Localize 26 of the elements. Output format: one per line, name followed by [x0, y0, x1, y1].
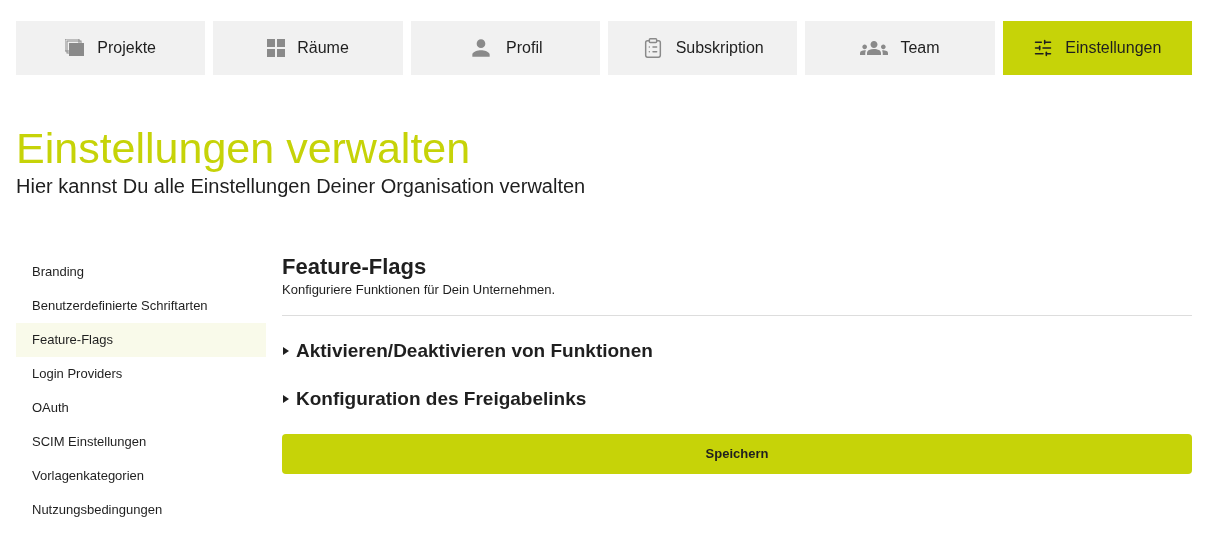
sidebar-item[interactable]: Branding: [16, 255, 266, 289]
grid-icon: [267, 39, 286, 57]
sidebar-item[interactable]: Benutzerdefinierte Schriftarten: [16, 289, 266, 323]
nav-tab[interactable]: Team: [805, 21, 995, 75]
disclosure-triangle-icon: [282, 347, 290, 355]
sidebar-item[interactable]: Vorlagenkategorien: [16, 459, 266, 493]
section-heading: Feature-Flags: [282, 253, 428, 281]
sidebar-item[interactable]: Feature-Flags: [16, 323, 266, 357]
nav-tab[interactable]: Einstellungen: [1002, 21, 1192, 75]
page-subtitle: Hier kannst Du alle Einstellungen Deiner Organisation verwalten: [16, 174, 587, 199]
sidebar-item[interactable]: Login Providers: [16, 357, 266, 391]
sidebar-item[interactable]: OAuth: [16, 391, 266, 425]
disclosure-triangle-icon: [282, 395, 290, 403]
collapsible-section[interactable]: Konfiguration des Freigabelinks: [282, 386, 587, 412]
nav-tab[interactable]: Profil: [410, 21, 600, 75]
collapsible-section[interactable]: Aktivieren/Deaktivieren von Funktionen: [282, 338, 653, 364]
sidebar-item[interactable]: Nutzungsbedingungen: [16, 493, 266, 527]
page-title: Einstellungen verwalten: [16, 123, 472, 173]
nav-tab[interactable]: Projekte: [16, 21, 206, 75]
nav-tab[interactable]: Subskription: [608, 21, 798, 75]
nav-tab[interactable]: Räume: [213, 21, 403, 75]
settings-icon: [1033, 38, 1054, 58]
sidebar-item[interactable]: SCIM Einstellungen: [16, 425, 266, 459]
section-description: Konfiguriere Funktionen für Dein Unternehmen.: [282, 281, 557, 299]
save-button[interactable]: Speichern: [282, 434, 1192, 474]
stacked-squares-icon: [65, 39, 86, 57]
